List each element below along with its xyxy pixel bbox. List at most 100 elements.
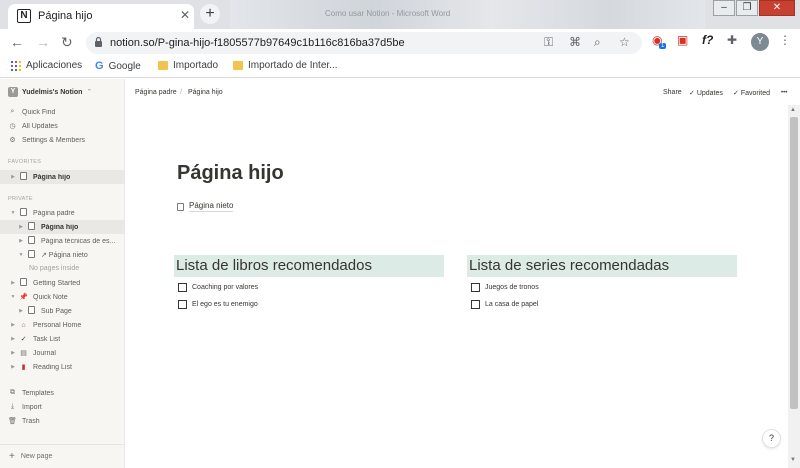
checkbox[interactable] xyxy=(471,283,480,292)
toggle-arrow-icon[interactable]: ▼ xyxy=(16,252,26,258)
profile-avatar[interactable]: Y xyxy=(751,33,769,51)
sidebar-item-label: Página hijo xyxy=(33,173,71,181)
scroll-down-arrow-icon[interactable]: ▼ xyxy=(790,457,796,463)
sidebar-item-getting-started[interactable]: ▶ Getting Started xyxy=(0,276,125,290)
page-icon xyxy=(177,202,184,211)
heading-series[interactable]: Lista de series recomendadas xyxy=(467,255,737,277)
todo-item[interactable]: El ego es tu enemigo xyxy=(178,300,258,309)
toggle-arrow-icon[interactable]: ▶ xyxy=(16,224,26,230)
bookmark-importado[interactable]: Importado xyxy=(158,60,218,71)
checkbox[interactable] xyxy=(471,300,480,309)
chevron-updown-icon: ⌃ xyxy=(86,89,93,96)
breadcrumb-pagina-padre[interactable]: Página padre xyxy=(135,89,177,96)
sidebar-settings[interactable]: ⚙ Settings & Members xyxy=(0,133,125,147)
toggle-arrow-icon[interactable]: ▶ xyxy=(8,174,18,180)
todo-label: La casa de papel xyxy=(485,301,539,308)
sidebar-item-pagina-padre[interactable]: ▼ Página padre xyxy=(0,206,125,220)
sidebar-item-sub-page[interactable]: ▶ Sub Page xyxy=(0,304,125,318)
checkbox[interactable] xyxy=(178,300,187,309)
reload-icon[interactable]: ↻ xyxy=(61,34,73,51)
checkbox[interactable] xyxy=(178,283,187,292)
toggle-arrow-icon[interactable]: ▶ xyxy=(16,238,26,244)
sidebar-templates[interactable]: ⧉ Templates xyxy=(0,386,125,400)
sidebar-item-pagina-tecnicas[interactable]: ▶ Página técnicas de es... xyxy=(0,234,125,248)
sidebar-all-updates[interactable]: ◷ All Updates xyxy=(0,119,125,133)
sidebar-item-task-list[interactable]: ▶ ✓ Task List xyxy=(0,332,125,346)
google-icon: G xyxy=(95,60,104,72)
browser-tab-strip: Como usar Notion - Microsoft Word N Pági… xyxy=(0,0,800,29)
sidebar-item-label: Personal Home xyxy=(33,321,82,329)
sidebar-item-label: Trash xyxy=(22,417,40,425)
todo-item[interactable]: Juegos de tronos xyxy=(471,283,539,292)
page-scrollbar[interactable]: ▲ ▼ xyxy=(788,105,800,468)
minimize-button[interactable]: – xyxy=(713,0,735,16)
subpage-link[interactable]: Página nieto xyxy=(177,201,234,212)
sidebar-item-quick-note[interactable]: ▼ 📌 Quick Note xyxy=(0,290,125,304)
window-close-button[interactable]: ✕ xyxy=(759,0,795,16)
extension-function-icon[interactable]: f? xyxy=(702,33,713,47)
sidebar-item-pagina-hijo[interactable]: ▶ Página hijo xyxy=(0,220,125,234)
toggle-arrow-icon[interactable]: ▼ xyxy=(8,210,18,216)
sidebar-quick-find[interactable]: ⌕ Quick Find xyxy=(0,105,125,119)
todo-item[interactable]: Coaching por valores xyxy=(178,283,258,292)
private-header: PRIVATE xyxy=(8,196,33,202)
scroll-up-arrow-icon[interactable]: ▲ xyxy=(790,107,796,113)
toggle-arrow-icon[interactable]: ▶ xyxy=(8,336,18,342)
sidebar-item-personal-home[interactable]: ▶ ⌂ Personal Home xyxy=(0,318,125,332)
sidebar-item-pagina-nieto[interactable]: ▼ ↗ Página nieto xyxy=(0,248,125,262)
trash-icon: 🗑 xyxy=(8,418,17,425)
page-title[interactable]: Página hijo xyxy=(177,162,284,185)
toggle-arrow-icon[interactable]: ▶ xyxy=(8,350,18,356)
maximize-button[interactable]: ❐ xyxy=(736,0,758,16)
tab-close-icon[interactable]: ✕ xyxy=(180,8,190,22)
toggle-arrow-icon[interactable]: ▶ xyxy=(8,364,18,370)
updates-button[interactable]: ✓ Updates xyxy=(689,89,723,97)
folder-icon xyxy=(158,61,168,70)
page-icon xyxy=(26,306,37,316)
back-arrow-icon[interactable]: ← xyxy=(10,34,24,50)
scrollbar-thumb[interactable] xyxy=(790,117,798,409)
breadcrumb-pagina-hijo[interactable]: Página hijo xyxy=(188,89,223,96)
extension-lock-icon[interactable]: ▣ xyxy=(677,33,688,47)
bookmark-importado-inter[interactable]: Importado de Inter... xyxy=(233,60,338,71)
bookmark-apps[interactable]: Aplicaciones xyxy=(11,60,82,71)
toggle-arrow-icon[interactable]: ▶ xyxy=(8,322,18,328)
heading-libros[interactable]: Lista de libros recomendados xyxy=(174,255,444,277)
new-page-label: New page xyxy=(20,453,53,460)
sidebar-item-journal[interactable]: ▶ ▤ Journal xyxy=(0,346,125,360)
browser-tab[interactable]: N Página hijo ✕ xyxy=(8,4,194,29)
sidebar-import[interactable]: ⤓ Import xyxy=(0,400,125,414)
more-options-icon[interactable]: ••• xyxy=(781,90,787,96)
sidebar-item-label: Sub Page xyxy=(41,307,72,315)
bookmark-google[interactable]: G Google xyxy=(95,60,141,72)
todo-item[interactable]: La casa de papel xyxy=(471,300,538,309)
toggle-arrow-icon[interactable]: ▶ xyxy=(16,308,26,314)
page-icon xyxy=(26,236,37,246)
help-button[interactable]: ? xyxy=(763,430,780,447)
zoom-icon[interactable]: ⌕ xyxy=(594,35,601,50)
extensions-puzzle-icon[interactable]: ✚ xyxy=(727,33,737,47)
new-page-button[interactable]: + New page xyxy=(0,444,125,468)
sidebar-trash[interactable]: 🗑 Trash xyxy=(0,414,125,428)
share-button[interactable]: Share xyxy=(663,89,682,96)
folder-icon xyxy=(233,61,243,70)
key-icon[interactable]: ⚿ xyxy=(544,35,553,50)
translate-icon[interactable]: ⌘ xyxy=(569,35,581,49)
notion-favicon-icon: N xyxy=(17,9,31,23)
todo-label: Coaching por valores xyxy=(192,284,259,291)
address-bar[interactable]: notion.so/P-gina-hijo-f1805577b97649c1b1… xyxy=(86,32,642,54)
page-icon xyxy=(18,208,29,218)
bookmark-label: Importado xyxy=(173,60,219,71)
bookmark-star-icon[interactable]: ☆ xyxy=(619,35,630,49)
clock-icon: ◷ xyxy=(9,123,16,130)
forward-arrow-icon[interactable]: → xyxy=(36,34,50,50)
new-tab-button[interactable]: + xyxy=(200,4,220,24)
sidebar-fav-pagina-hijo[interactable]: ▶ Página hijo xyxy=(0,170,125,184)
toggle-arrow-icon[interactable]: ▶ xyxy=(8,280,18,286)
workspace-switcher[interactable]: Y Yudelmis's Notion ⌃ xyxy=(8,87,92,97)
page-icon xyxy=(26,222,37,232)
browser-menu-icon[interactable]: ⋮ xyxy=(779,33,791,47)
favorited-button[interactable]: ✓ Favorited xyxy=(733,89,770,97)
toggle-arrow-icon[interactable]: ▼ xyxy=(8,294,18,300)
sidebar-item-reading-list[interactable]: ▶ ▮ Reading List xyxy=(0,360,125,374)
